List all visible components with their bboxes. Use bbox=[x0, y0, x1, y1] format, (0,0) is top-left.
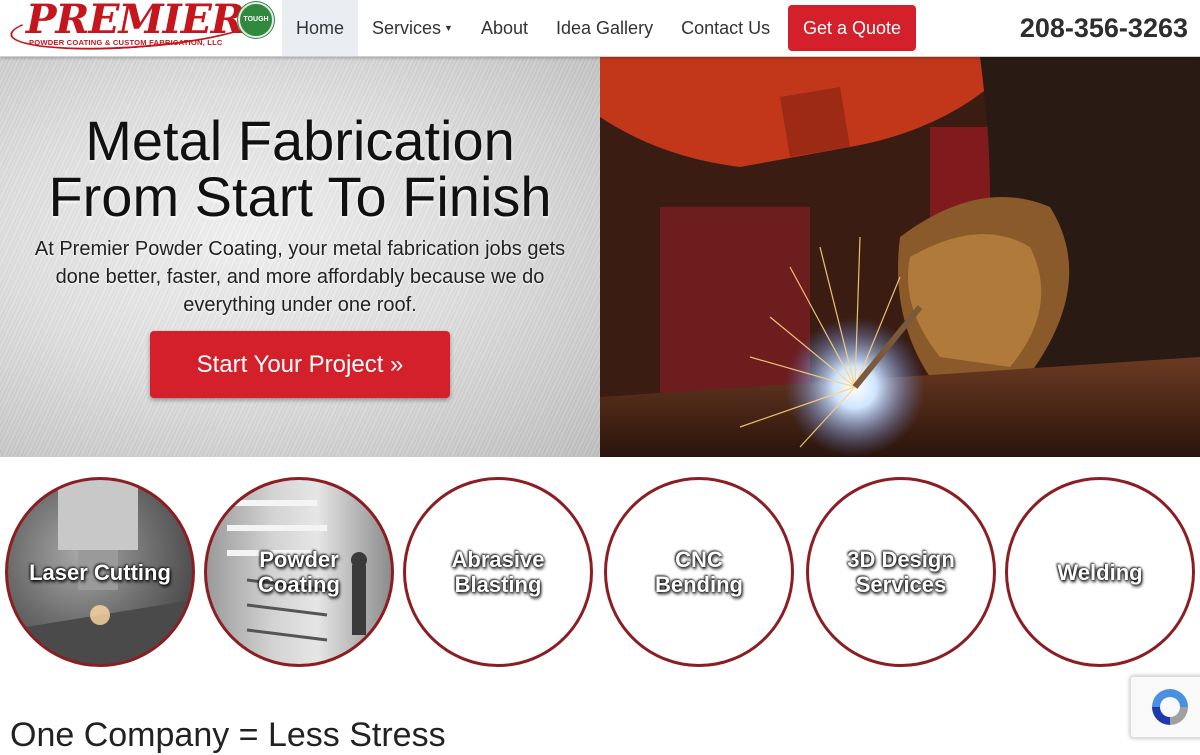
logo-name: PREMIER bbox=[25, 0, 245, 43]
phone-number[interactable]: 208-356-3263 bbox=[1020, 13, 1188, 44]
logo-seal-icon: TOUGH bbox=[238, 2, 274, 38]
service-3d-design[interactable]: 3D Design Services bbox=[806, 477, 996, 667]
service-label: Abrasive Blasting bbox=[451, 547, 545, 597]
start-project-button[interactable]: Start Your Project » bbox=[150, 331, 450, 398]
hero-title: Metal Fabrication From Start To Finish bbox=[48, 109, 552, 228]
service-powder-coating[interactable]: Powder Coating bbox=[204, 477, 394, 667]
nav-services[interactable]: Services ▼ bbox=[358, 0, 467, 56]
services-row: Laser Cutting Powder Coating Abrasive Bl… bbox=[0, 477, 1200, 673]
service-welding[interactable]: Welding bbox=[1005, 477, 1195, 667]
caret-down-icon: ▼ bbox=[444, 23, 453, 33]
nav-contact-us[interactable]: Contact Us bbox=[667, 0, 784, 56]
nav-home[interactable]: Home bbox=[282, 0, 359, 56]
get-a-quote-button[interactable]: Get a Quote bbox=[788, 5, 916, 51]
service-label: 3D Design Services bbox=[847, 547, 955, 597]
service-cnc-bending[interactable]: CNC Bending bbox=[604, 477, 794, 667]
logo[interactable]: PREMIER POWDER COATING & CUSTOM FABRICAT… bbox=[8, 0, 276, 57]
hero-text-panel: Metal Fabrication From Start To Finish A… bbox=[0, 57, 600, 457]
service-laser-cutting[interactable]: Laser Cutting bbox=[5, 477, 195, 667]
welding-hero-image bbox=[600, 57, 1200, 457]
main-nav: Home Services ▼ About Idea Gallery Contac… bbox=[282, 0, 784, 56]
site-header: PREMIER POWDER COATING & CUSTOM FABRICAT… bbox=[0, 0, 1200, 57]
logo-tagline: POWDER COATING & CUSTOM FABRICATION, LLC bbox=[29, 38, 223, 47]
service-label: Welding bbox=[1057, 559, 1143, 585]
recaptcha-badge[interactable] bbox=[1130, 676, 1200, 738]
recaptcha-icon bbox=[1152, 689, 1188, 725]
service-abrasive-blasting[interactable]: Abrasive Blasting bbox=[403, 477, 593, 667]
service-label: CNC Bending bbox=[655, 547, 743, 597]
nav-about[interactable]: About bbox=[467, 0, 542, 56]
service-label: Laser Cutting bbox=[29, 559, 171, 585]
hero-subtitle: At Premier Powder Coating, your metal fa… bbox=[34, 238, 566, 316]
service-label: Powder Coating bbox=[258, 547, 340, 597]
nav-idea-gallery[interactable]: Idea Gallery bbox=[542, 0, 667, 56]
section-heading: One Company = Less Stress bbox=[10, 716, 446, 754]
